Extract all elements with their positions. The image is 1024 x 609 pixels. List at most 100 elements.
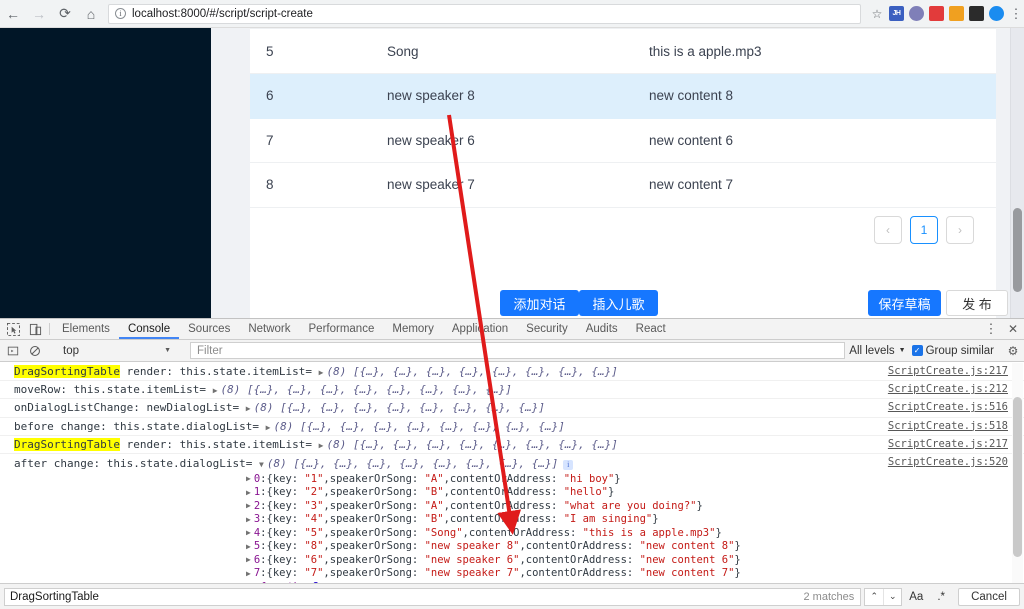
expand-arrow-icon[interactable]: ▶ (246, 474, 251, 483)
back-button[interactable]: ← (0, 1, 26, 27)
tab-audits[interactable]: Audits (577, 319, 627, 339)
save-draft-button[interactable]: 保存草稿 (868, 290, 941, 316)
add-dialog-button[interactable]: 添加对话 (500, 290, 579, 316)
log-level-select[interactable]: All levels ▼ (849, 345, 911, 357)
prop-value-speaker: "A" (424, 472, 444, 485)
expand-arrow-icon[interactable]: ▶ (246, 569, 251, 578)
match-case-button[interactable]: Aa (902, 588, 930, 606)
publish-button[interactable]: 发 布 (946, 290, 1008, 316)
expand-arrow-icon[interactable]: ▶ (266, 423, 271, 432)
tab-security[interactable]: Security (517, 319, 577, 339)
collapse-arrow-icon[interactable]: ▼ (259, 460, 264, 469)
expand-arrow-icon[interactable]: ▶ (246, 515, 251, 524)
brace-close: } (734, 553, 741, 566)
find-prev-button[interactable]: ⌃ (865, 589, 883, 605)
expand-arrow-icon[interactable]: ▶ (319, 441, 324, 450)
table-row[interactable]: 7 new speaker 6 new content 6 (250, 118, 996, 163)
console-source-link[interactable]: ScriptCreate.js:212 (888, 383, 1008, 395)
tab-console[interactable]: Console (119, 319, 179, 339)
tab-sources[interactable]: Sources (179, 319, 239, 339)
object-property-row[interactable]: ▶ 0: {key: "1", speakerOrSong: "A", conte… (0, 472, 1024, 486)
console-row[interactable]: after change: this.state.dialogList= ▼ (8… (0, 454, 1024, 472)
prop-label-speaker: speakerOrSong: (329, 499, 419, 512)
inspect-element-icon[interactable] (2, 319, 24, 339)
pagination-prev-button[interactable]: ‹ (874, 216, 902, 244)
console-message-text: moveRow: this.state.itemList= (14, 383, 207, 397)
object-property-row[interactable]: ▶ 4: {key: "5", speakerOrSong: "Song", co… (0, 526, 1024, 540)
expand-arrow-icon[interactable]: ▶ (246, 404, 251, 413)
devtools-more-icon[interactable]: ⋮ (980, 322, 1002, 335)
object-property-row[interactable]: ▶ 6: {key: "6", speakerOrSong: "new speak… (0, 553, 1024, 567)
console-output[interactable]: DragSortingTable render: this.state.item… (0, 363, 1024, 583)
devtools-close-icon[interactable]: ✕ (1002, 322, 1024, 336)
object-property-row[interactable]: ▶ 5: {key: "8", speakerOrSong: "new speak… (0, 540, 1024, 554)
prop-value-speaker: "B" (424, 513, 444, 526)
extension-orange-icon[interactable] (949, 6, 964, 21)
console-row[interactable]: DragSortingTable render: this.state.item… (0, 436, 1024, 454)
console-row[interactable]: before change: this.state.dialogList= ▶(… (0, 418, 1024, 436)
expand-arrow-icon[interactable]: ▶ (246, 528, 251, 537)
console-sidebar-toggle-icon[interactable] (2, 345, 24, 357)
object-property-row[interactable]: ▶ 3: {key: "4", speakerOrSong: "B", conte… (0, 513, 1024, 527)
console-row[interactable]: onDialogListChange: newDialogList= ▶ (8) … (0, 399, 1024, 418)
reload-button[interactable]: ⟳ (52, 1, 78, 27)
forward-button[interactable]: → (26, 1, 52, 27)
console-filter-input[interactable]: Filter (190, 342, 846, 359)
console-row[interactable]: moveRow: this.state.itemList= ▶ (8) [{…},… (0, 381, 1024, 400)
console-source-link[interactable]: ScriptCreate.js:518 (888, 420, 1008, 432)
address-bar[interactable]: i localhost:8000/#/script/script-create (108, 3, 861, 24)
table-row[interactable]: 5 Song this is a apple.mp3 (250, 29, 996, 74)
regex-button[interactable]: .* (930, 588, 952, 606)
expand-arrow-icon[interactable]: ▶ (246, 488, 251, 497)
extension-globe-icon[interactable] (909, 6, 924, 21)
bookmark-star-icon[interactable]: ☆ (867, 7, 887, 21)
console-scrollbar-thumb[interactable] (1013, 397, 1022, 557)
tab-network[interactable]: Network (239, 319, 299, 339)
console-source-link[interactable]: ScriptCreate.js:217 (888, 438, 1008, 450)
extension-red-icon[interactable] (929, 6, 944, 21)
browser-menu-icon[interactable]: ⋮ (1008, 7, 1024, 20)
expand-arrow-icon[interactable]: ▶ (246, 542, 251, 551)
expand-arrow-icon[interactable]: ▶ (319, 368, 324, 377)
extension-blue-icon[interactable] (989, 6, 1004, 21)
console-scrollbar[interactable] (1012, 363, 1023, 583)
home-button[interactable]: ⌂ (78, 1, 104, 27)
table-row[interactable]: 6 new speaker 8 new content 8 (250, 73, 996, 119)
expand-arrow-icon[interactable]: ▶ (246, 555, 251, 564)
find-next-button[interactable]: ⌄ (883, 588, 901, 605)
tab-react[interactable]: React (627, 319, 675, 339)
expand-arrow-icon[interactable]: ▶ (213, 386, 218, 395)
site-info-icon[interactable]: i (115, 8, 126, 19)
tab-application[interactable]: Application (443, 319, 517, 339)
console-filter-bar: top ▼ Filter All levels ▼ ✓ Group simila… (0, 340, 1024, 362)
insert-song-button[interactable]: 插入儿歌 (579, 290, 658, 316)
prop-value-key: "6" (304, 553, 324, 566)
find-input[interactable]: DragSortingTable 2 matches (4, 587, 862, 606)
expand-arrow-icon[interactable]: ▶ (246, 501, 251, 510)
extension-jh-icon[interactable]: JH (889, 6, 904, 21)
console-source-link[interactable]: ScriptCreate.js:217 (888, 365, 1008, 377)
console-source-link[interactable]: ScriptCreate.js:520 (888, 456, 1008, 468)
pagination-next-button[interactable]: › (946, 216, 974, 244)
find-cancel-button[interactable]: Cancel (958, 587, 1020, 606)
table-row[interactable]: 8 new speaker 7 new content 7 (250, 162, 996, 208)
devtools-settings-gear-icon[interactable]: ⚙ (1002, 344, 1024, 358)
pagination-page-1[interactable]: 1 (910, 216, 938, 244)
execution-context-select[interactable]: top ▼ (57, 343, 179, 359)
console-source-link[interactable]: ScriptCreate.js:516 (888, 401, 1008, 413)
object-property-row[interactable]: ▶ 7: {key: "7", speakerOrSong: "new speak… (0, 567, 1024, 581)
page-scrollbar-thumb[interactable] (1013, 208, 1022, 292)
toggle-device-toolbar-icon[interactable] (24, 319, 46, 339)
extension-qrcode-icon[interactable] (969, 6, 984, 21)
page-scrollbar[interactable] (1010, 28, 1024, 318)
group-similar-checkbox[interactable]: ✓ Group similar (911, 345, 1002, 357)
tab-performance[interactable]: Performance (300, 319, 384, 339)
object-property-row[interactable]: ▶ 2: {key: "3", speakerOrSong: "A", conte… (0, 499, 1024, 513)
brace-close: } (652, 513, 659, 526)
tab-elements[interactable]: Elements (53, 319, 119, 339)
console-row[interactable]: DragSortingTable render: this.state.item… (0, 363, 1024, 382)
clear-console-icon[interactable] (24, 345, 46, 357)
info-icon[interactable]: i (563, 459, 574, 470)
object-property-row[interactable]: ▶ 1: {key: "2", speakerOrSong: "B", conte… (0, 486, 1024, 500)
tab-memory[interactable]: Memory (383, 319, 443, 339)
